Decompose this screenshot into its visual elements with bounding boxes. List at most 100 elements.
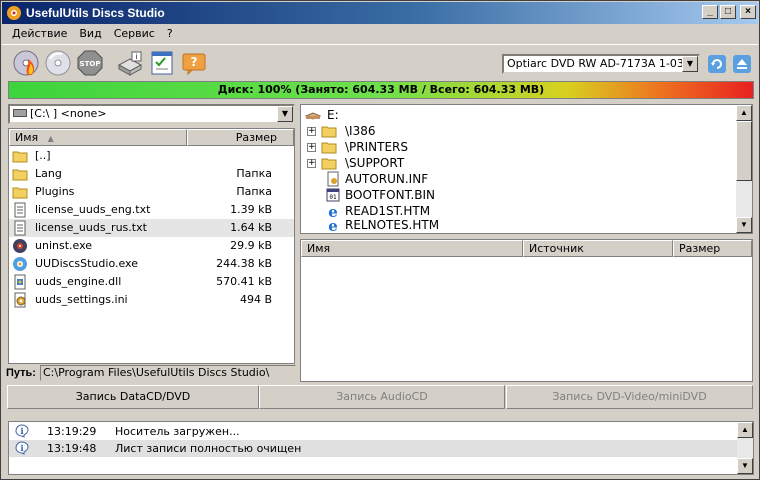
bin-file-icon: 01 (326, 188, 340, 202)
settings-checklist-icon[interactable] (148, 49, 176, 77)
svg-text:?: ? (191, 55, 198, 69)
app-icon (13, 257, 27, 271)
erase-disc-icon[interactable] (44, 49, 72, 77)
file-name: license_uuds_rus.txt (35, 221, 147, 234)
file-name: Plugins (35, 185, 75, 198)
column-header-size[interactable]: Размер (673, 240, 752, 257)
menu-service[interactable]: Сервис (108, 27, 161, 40)
tree-item-label: AUTORUN.INF (345, 172, 429, 186)
column-header-size[interactable]: Размер (187, 129, 294, 146)
stop-icon[interactable]: STOP (76, 49, 104, 77)
drive-select[interactable]: Optiarc DVD RW AD-7173A 1-03 ▼ (502, 54, 700, 74)
menu-bar: Действие Вид Сервис ? (2, 24, 758, 42)
sort-ascending-icon: ▲ (47, 134, 54, 143)
tree-item-label: \PRINTERS (345, 140, 408, 154)
column-header-name[interactable]: Имя (301, 240, 523, 257)
tree-root-label: E: (327, 108, 339, 122)
log-message: Носитель загружен... (115, 425, 240, 438)
menu-view[interactable]: Вид (73, 27, 107, 40)
title-bar[interactable]: UsefulUtils Discs Studio _ □ × (2, 2, 758, 24)
file-size: 1.64 kB (230, 221, 272, 234)
log-row[interactable]: i 13:19:29 Носитель загружен... (9, 423, 737, 440)
close-button[interactable]: × (740, 5, 756, 19)
tree-scrollbar[interactable]: ▲ ▼ (736, 105, 752, 233)
tree-item-label: RELNOTES.HTM (345, 218, 440, 232)
chevron-down-icon[interactable]: ▼ (682, 56, 698, 72)
file-name: [..] (35, 149, 51, 162)
file-row[interactable]: Lang Папка (9, 165, 294, 183)
scroll-down-icon[interactable]: ▼ (737, 458, 753, 474)
help-icon[interactable]: ? (180, 49, 208, 77)
log-message: Лист записи полностью очищен (115, 442, 302, 455)
file-row[interactable]: uuds_engine.dll 570.41 kB (9, 273, 294, 291)
svg-text:e: e (328, 217, 338, 233)
minimize-button[interactable]: _ (702, 5, 718, 19)
menu-help[interactable]: ? (161, 27, 179, 40)
scroll-up-icon[interactable]: ▲ (737, 422, 753, 438)
text-file-icon (14, 220, 26, 236)
menu-action[interactable]: Действие (6, 27, 73, 40)
app-logo-icon (7, 6, 21, 20)
source-drive-combo[interactable]: [C:\ ] <none> ▼ (8, 104, 295, 124)
disc-tree: E: + \I386 + \PRINTERS + \SUPPORT AUTORU… (300, 104, 753, 234)
file-row[interactable]: uuds_settings.ini 494 B (9, 291, 294, 309)
drive-properties-icon[interactable]: i (116, 49, 144, 77)
scroll-thumb[interactable] (736, 121, 752, 181)
file-name: Lang (35, 167, 62, 180)
info-icon: i (15, 441, 29, 455)
expand-icon[interactable]: + (307, 159, 316, 168)
path-field[interactable]: C:\Program Files\UsefulUtils Discs Studi… (40, 365, 296, 381)
folder-icon (321, 158, 337, 170)
maximize-button[interactable]: □ (720, 5, 736, 19)
column-size-label: Размер (235, 131, 277, 144)
file-name: uuds_settings.ini (35, 293, 128, 306)
log-row[interactable]: i 13:19:48 Лист записи полностью очищен (9, 440, 737, 457)
file-size: 29.9 kB (230, 239, 272, 252)
file-size: 1.39 kB (230, 203, 272, 216)
column-source-label: Источник (529, 242, 584, 255)
column-name-label: Имя (307, 242, 331, 255)
log-time: 13:19:48 (47, 442, 97, 455)
file-row[interactable]: license_uuds_eng.txt 1.39 kB (9, 201, 294, 219)
file-row[interactable]: Plugins Папка (9, 183, 294, 201)
expand-icon[interactable]: + (307, 127, 316, 136)
ini-icon (14, 292, 26, 308)
tab-data-cd-dvd[interactable]: Запись DataCD/DVD (7, 385, 259, 409)
tab-dvd-video[interactable]: Запись DVD-Video/miniDVD (506, 385, 753, 409)
column-name-label: Имя (15, 131, 39, 144)
file-size: 244.38 kB (216, 257, 272, 270)
inf-file-icon (327, 171, 339, 187)
column-size-label: Размер (679, 242, 721, 255)
log-panel: i 13:19:29 Носитель загружен... i 13:19:… (8, 421, 754, 475)
hard-drive-icon (13, 109, 27, 117)
eject-icon[interactable] (733, 55, 751, 73)
tree-item-label: \I386 (345, 124, 376, 138)
folder-icon (12, 169, 28, 181)
svg-text:i: i (20, 426, 23, 436)
folder-icon (12, 151, 28, 163)
tab-audio-cd[interactable]: Запись AudioCD (259, 385, 505, 409)
chevron-down-icon[interactable]: ▼ (277, 106, 293, 122)
svg-text:01: 01 (329, 194, 337, 201)
expand-icon[interactable]: + (307, 143, 316, 152)
log-scrollbar[interactable]: ▲ ▼ (737, 422, 753, 474)
column-header-source[interactable]: Источник (523, 240, 673, 257)
toolbar: STOP i ? Optiarc DVD RW AD-7173A 1-03 ▼ (2, 44, 758, 80)
scroll-up-icon[interactable]: ▲ (736, 105, 752, 121)
file-size: 494 B (239, 293, 272, 306)
burn-disc-icon[interactable] (12, 49, 40, 77)
log-time: 13:19:29 (47, 425, 97, 438)
path-bar: Путь: C:\Program Files\UsefulUtils Discs… (6, 364, 296, 382)
column-header-name[interactable]: Имя ▲ (9, 129, 187, 146)
file-row[interactable]: UUDiscsStudio.exe 244.38 kB (9, 255, 294, 273)
file-row[interactable]: [..] (9, 147, 294, 165)
info-icon: i (15, 424, 29, 438)
source-drive-value: [C:\ ] <none> (30, 107, 107, 120)
svg-text:STOP: STOP (80, 60, 101, 68)
window-title: UsefulUtils Discs Studio (26, 6, 165, 20)
scroll-down-icon[interactable]: ▼ (736, 217, 752, 233)
file-row[interactable]: uninst.exe 29.9 kB (9, 237, 294, 255)
refresh-icon[interactable] (708, 55, 726, 73)
file-row[interactable]: license_uuds_rus.txt 1.64 kB (9, 219, 294, 237)
html-file-icon: e (328, 217, 338, 233)
